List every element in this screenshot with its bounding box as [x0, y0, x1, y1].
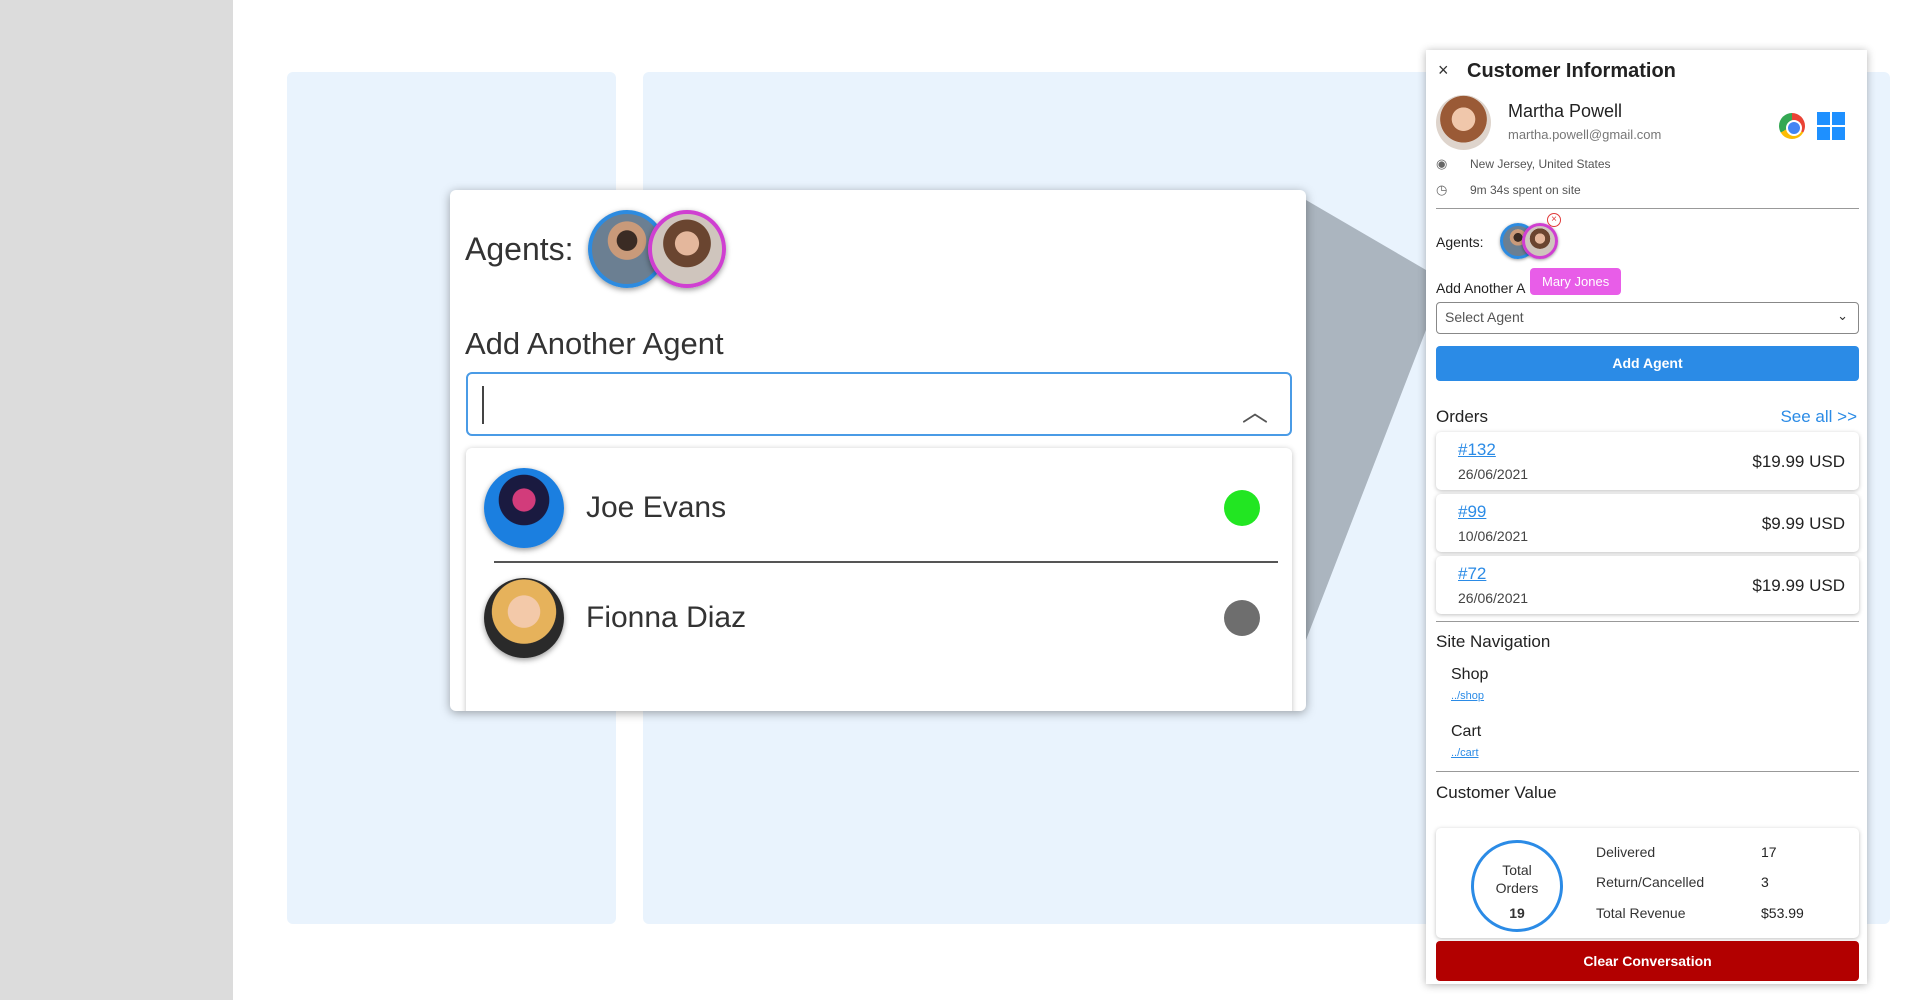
orders-title: Orders [1436, 407, 1488, 426]
customer-value-card: Total Orders 19 Delivered 17 Return/Canc… [1436, 828, 1859, 938]
order-price: $19.99 USD [1752, 576, 1845, 595]
chevron-up-icon[interactable]: ︿ [1242, 392, 1268, 429]
left-gray-sidebar [0, 0, 233, 1000]
agent-option-joe-evans[interactable]: Joe Evans [466, 458, 1292, 558]
customer-time-on-site: ◷ 9m 34s spent on site [1436, 182, 1581, 198]
chevron-down-icon: ⌄ [1837, 308, 1848, 323]
add-agent-button[interactable]: Add Agent [1436, 346, 1859, 381]
agent-option-fionna-diaz[interactable]: Fionna Diaz [466, 568, 1292, 668]
zoom-agents-row: Agents: [465, 210, 726, 288]
divider [1436, 208, 1859, 209]
time-on-site-text: 9m 34s spent on site [1470, 183, 1581, 197]
agent-option-name: Joe Evans [586, 491, 727, 524]
order-id-link[interactable]: #132 [1458, 440, 1496, 460]
stat-value: 17 [1761, 844, 1777, 860]
order-id-link[interactable]: #99 [1458, 502, 1486, 522]
stat-value: $53.99 [1761, 905, 1804, 921]
order-card: #99 10/06/2021 $9.99 USD [1436, 494, 1859, 552]
agent-option-name: Fionna Diaz [586, 601, 747, 634]
select-agent-placeholder: Select Agent [1445, 309, 1524, 325]
total-orders-label-1: Total [1502, 862, 1532, 878]
order-date: 26/06/2021 [1458, 466, 1529, 482]
avatar [484, 578, 564, 658]
agents-label: Agents: [1436, 234, 1484, 250]
divider [494, 561, 1278, 563]
order-id-link[interactable]: #72 [1458, 564, 1486, 584]
agent-picker-zoom: Agents: Add Another Agent ︿ Joe Evans Fi… [450, 190, 1306, 711]
avatar [484, 468, 564, 548]
chrome-browser-icon [1779, 113, 1805, 139]
order-date: 10/06/2021 [1458, 528, 1529, 544]
select-agent-dropdown[interactable]: Select Agent ⌄ [1436, 302, 1859, 334]
location-pin-icon: ◉ [1436, 156, 1448, 171]
agent-dropdown-list: Joe Evans Fionna Diaz [466, 448, 1292, 711]
customer-name: Martha Powell [1508, 101, 1623, 121]
order-card: #132 26/06/2021 $19.99 USD [1436, 432, 1859, 490]
customer-email: martha.powell@gmail.com [1508, 127, 1662, 142]
offline-status-dot [1224, 600, 1260, 636]
divider [1436, 771, 1859, 772]
nav-page-link[interactable]: ../cart [1451, 747, 1479, 759]
divider [1436, 621, 1859, 622]
order-card: #72 26/06/2021 $19.99 USD [1436, 556, 1859, 614]
nav-page-name: Cart [1451, 723, 1482, 740]
site-navigation-title: Site Navigation [1436, 632, 1551, 651]
agent-name-tooltip: Mary Jones [1530, 268, 1622, 295]
agent-search-input[interactable]: ︿ [466, 372, 1292, 436]
panel-title: Customer Information [1467, 60, 1676, 82]
agent-avatar-2[interactable] [647, 210, 726, 288]
see-all-orders-link[interactable]: See all >> [1780, 407, 1857, 427]
close-icon[interactable]: × [1438, 60, 1449, 81]
stat-label: Delivered [1596, 844, 1656, 860]
stat-label: Total Revenue [1596, 905, 1686, 921]
location-text: New Jersey, United States [1470, 157, 1611, 171]
agent-avatar-2[interactable] [1522, 223, 1558, 259]
remove-agent-icon[interactable]: × [1547, 213, 1561, 227]
stat-value: 3 [1761, 874, 1769, 890]
customer-avatar [1436, 95, 1491, 150]
windows-os-icon [1817, 112, 1845, 140]
zoom-agents-label: Agents: [465, 230, 574, 267]
order-price: $19.99 USD [1752, 452, 1845, 471]
customer-value-title: Customer Value [1436, 783, 1557, 802]
total-orders-label-2: Orders [1495, 880, 1539, 896]
clear-conversation-button[interactable]: Clear Conversation [1436, 941, 1859, 981]
nav-page-name: Shop [1451, 666, 1489, 683]
zoom-add-agent-label: Add Another Agent [465, 326, 724, 361]
add-another-agent-label: Add Another A [1436, 280, 1526, 296]
total-orders-value: 19 [1509, 905, 1525, 921]
nav-page-link[interactable]: ../shop [1451, 690, 1484, 702]
customer-information-panel: × Customer Information Martha Powell mar… [1426, 50, 1867, 984]
order-price: $9.99 USD [1761, 514, 1845, 533]
clock-icon: ◷ [1436, 182, 1448, 197]
text-caret [482, 386, 484, 424]
customer-location: ◉ New Jersey, United States [1436, 156, 1611, 172]
stat-label: Return/Cancelled [1596, 874, 1705, 890]
online-status-dot [1224, 490, 1260, 526]
order-date: 26/06/2021 [1458, 590, 1529, 606]
total-orders-ring: Total Orders 19 [1471, 840, 1563, 932]
